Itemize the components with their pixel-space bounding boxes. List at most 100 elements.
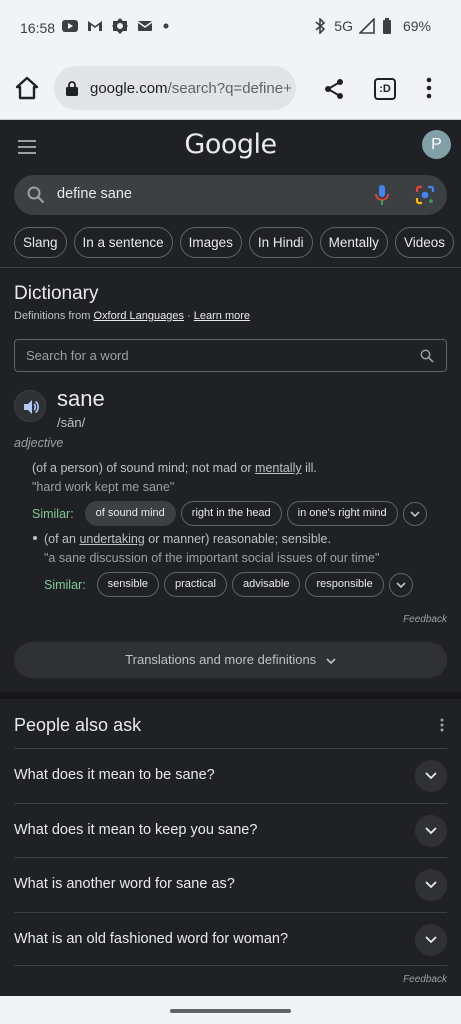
dot-icon	[163, 23, 169, 29]
chevron-down-icon	[326, 657, 336, 664]
expand-similar-button[interactable]	[402, 501, 427, 526]
chip-mentally[interactable]: Mentally	[319, 227, 388, 258]
translations-button[interactable]: Translations and more definitions	[14, 642, 447, 678]
expand-question-button[interactable]	[415, 760, 447, 792]
url-path: /search?q=define+	[167, 79, 292, 97]
pronunciation-button[interactable]	[14, 390, 46, 422]
expand-question-button[interactable]	[415, 869, 447, 901]
definition-text: or manner) reasonable; sensible.	[144, 532, 331, 546]
similar-label: Similar:	[44, 577, 86, 592]
example-1: "hard work kept me sane"	[32, 480, 175, 494]
question-item[interactable]: What does it mean to be sane?	[14, 748, 447, 802]
expand-question-button[interactable]	[415, 924, 447, 956]
network-type: 5G	[334, 18, 353, 34]
section-divider	[0, 692, 461, 699]
definition-text: ill.	[301, 461, 317, 475]
mentally-link[interactable]: mentally	[255, 461, 302, 475]
search-bar[interactable]: define sane	[14, 175, 447, 215]
search-query[interactable]: define sane	[57, 186, 132, 202]
question-text: What is another word for sane as?	[14, 876, 235, 892]
chevron-down-icon	[425, 772, 437, 780]
translations-label: Translations and more definitions	[125, 652, 317, 667]
word-search-placeholder: Search for a word	[26, 348, 129, 363]
chevron-down-icon	[425, 936, 437, 944]
expand-similar-button[interactable]	[388, 572, 413, 597]
question-item[interactable]: What does it mean to keep you sane?	[14, 803, 447, 857]
similar-chip[interactable]: practical	[164, 572, 227, 597]
source-prefix: Definitions from	[14, 310, 94, 322]
youtube-icon	[62, 20, 78, 32]
search-icon[interactable]	[420, 349, 434, 363]
example-2: "a sane discussion of the important soci…	[44, 551, 380, 565]
dictionary-card: Dictionary Definitions from Oxford Langu…	[0, 268, 461, 692]
similar-chip[interactable]: advisable	[232, 572, 301, 597]
system-icons: 5G 69%	[312, 18, 431, 34]
definition-text: (of an	[44, 532, 80, 546]
people-also-ask-title: People also ask	[14, 715, 142, 735]
gmail-icon	[88, 21, 102, 31]
bullet-icon	[33, 536, 37, 540]
mail-icon	[137, 21, 153, 31]
chip-in-a-sentence[interactable]: In a sentence	[73, 227, 173, 258]
similar-chip[interactable]: sensible	[96, 572, 160, 597]
url-domain: google.com	[90, 79, 168, 97]
search-filter-chips: Slang In a sentence Images In Hindi Ment…	[14, 227, 454, 258]
chevron-down-icon	[425, 881, 437, 889]
url-text: google.com/search?q=define+	[90, 80, 292, 97]
more-options-icon[interactable]	[440, 718, 444, 732]
status-bar: 16:58 5G 69%	[0, 0, 461, 56]
phonetic: /sān/	[57, 415, 86, 430]
feedback-link[interactable]: Feedback	[403, 614, 447, 625]
definition-1: (of a person) of sound mind; not mad or …	[32, 461, 317, 475]
question-text: What does it mean to be sane?	[14, 767, 215, 783]
home-icon[interactable]	[14, 76, 40, 100]
account-avatar[interactable]: P	[422, 130, 451, 159]
google-lens-icon[interactable]	[415, 185, 435, 205]
chevron-down-icon	[425, 827, 437, 835]
word-search-input[interactable]: Search for a word	[14, 339, 447, 372]
tab-switcher-button[interactable]: :D	[374, 78, 396, 100]
bluetooth-icon	[315, 18, 326, 34]
lock-icon[interactable]	[64, 80, 80, 96]
similar-label: Similar:	[32, 506, 74, 521]
dictionary-source: Definitions from Oxford Languages · Lear…	[14, 310, 250, 322]
google-logo[interactable]: Google	[0, 129, 461, 160]
status-time: 16:58	[20, 20, 56, 36]
chip-in-hindi[interactable]: In Hindi	[248, 227, 313, 258]
similar-row-1: Similar: of sound mind right in the head…	[32, 501, 427, 526]
dictionary-title: Dictionary	[14, 283, 99, 304]
definition-text: (of a person) of sound mind; not mad or	[32, 461, 256, 475]
question-item[interactable]: What is an old fashioned word for woman?	[14, 912, 447, 966]
similar-chip[interactable]: right in the head	[180, 501, 282, 526]
address-bar[interactable]: google.com/search?q=define+	[54, 66, 296, 110]
question-item[interactable]: What is another word for sane as?	[14, 857, 447, 911]
learn-more-link[interactable]: Learn more	[194, 310, 250, 322]
similar-chip[interactable]: responsible	[305, 572, 384, 597]
similar-row-2: Similar: sensible practical advisable re…	[44, 572, 413, 597]
chevron-down-icon	[396, 581, 406, 588]
brightness-icon	[112, 18, 128, 34]
similar-chip[interactable]: in one's right mind	[286, 501, 398, 526]
chip-videos[interactable]: Videos	[394, 227, 454, 258]
question-text: What does it mean to keep you sane?	[14, 822, 258, 838]
chip-images[interactable]: Images	[179, 227, 242, 258]
signal-icon	[358, 18, 375, 34]
browser-toolbar: google.com/search?q=define+ :D	[0, 56, 461, 120]
people-also-ask: People also ask What does it mean to be …	[0, 699, 461, 996]
microphone-icon[interactable]	[375, 185, 389, 205]
more-options-icon[interactable]	[421, 76, 437, 100]
undertaking-link[interactable]: undertaking	[79, 532, 144, 546]
battery-percent: 69%	[402, 18, 431, 34]
chip-slang[interactable]: Slang	[14, 227, 67, 258]
home-gesture-handle[interactable]	[170, 1009, 291, 1013]
speaker-icon	[24, 400, 39, 414]
oxford-languages-link[interactable]: Oxford Languages	[93, 310, 184, 322]
headword: sane	[57, 386, 105, 411]
definition-2: (of an undertaking or manner) reasonable…	[44, 532, 331, 546]
share-icon[interactable]	[322, 77, 346, 101]
feedback-link[interactable]: Feedback	[403, 974, 447, 985]
battery-icon	[382, 18, 391, 34]
expand-question-button[interactable]	[415, 815, 447, 847]
chevron-down-icon	[410, 510, 420, 517]
similar-chip[interactable]: of sound mind	[84, 501, 176, 526]
